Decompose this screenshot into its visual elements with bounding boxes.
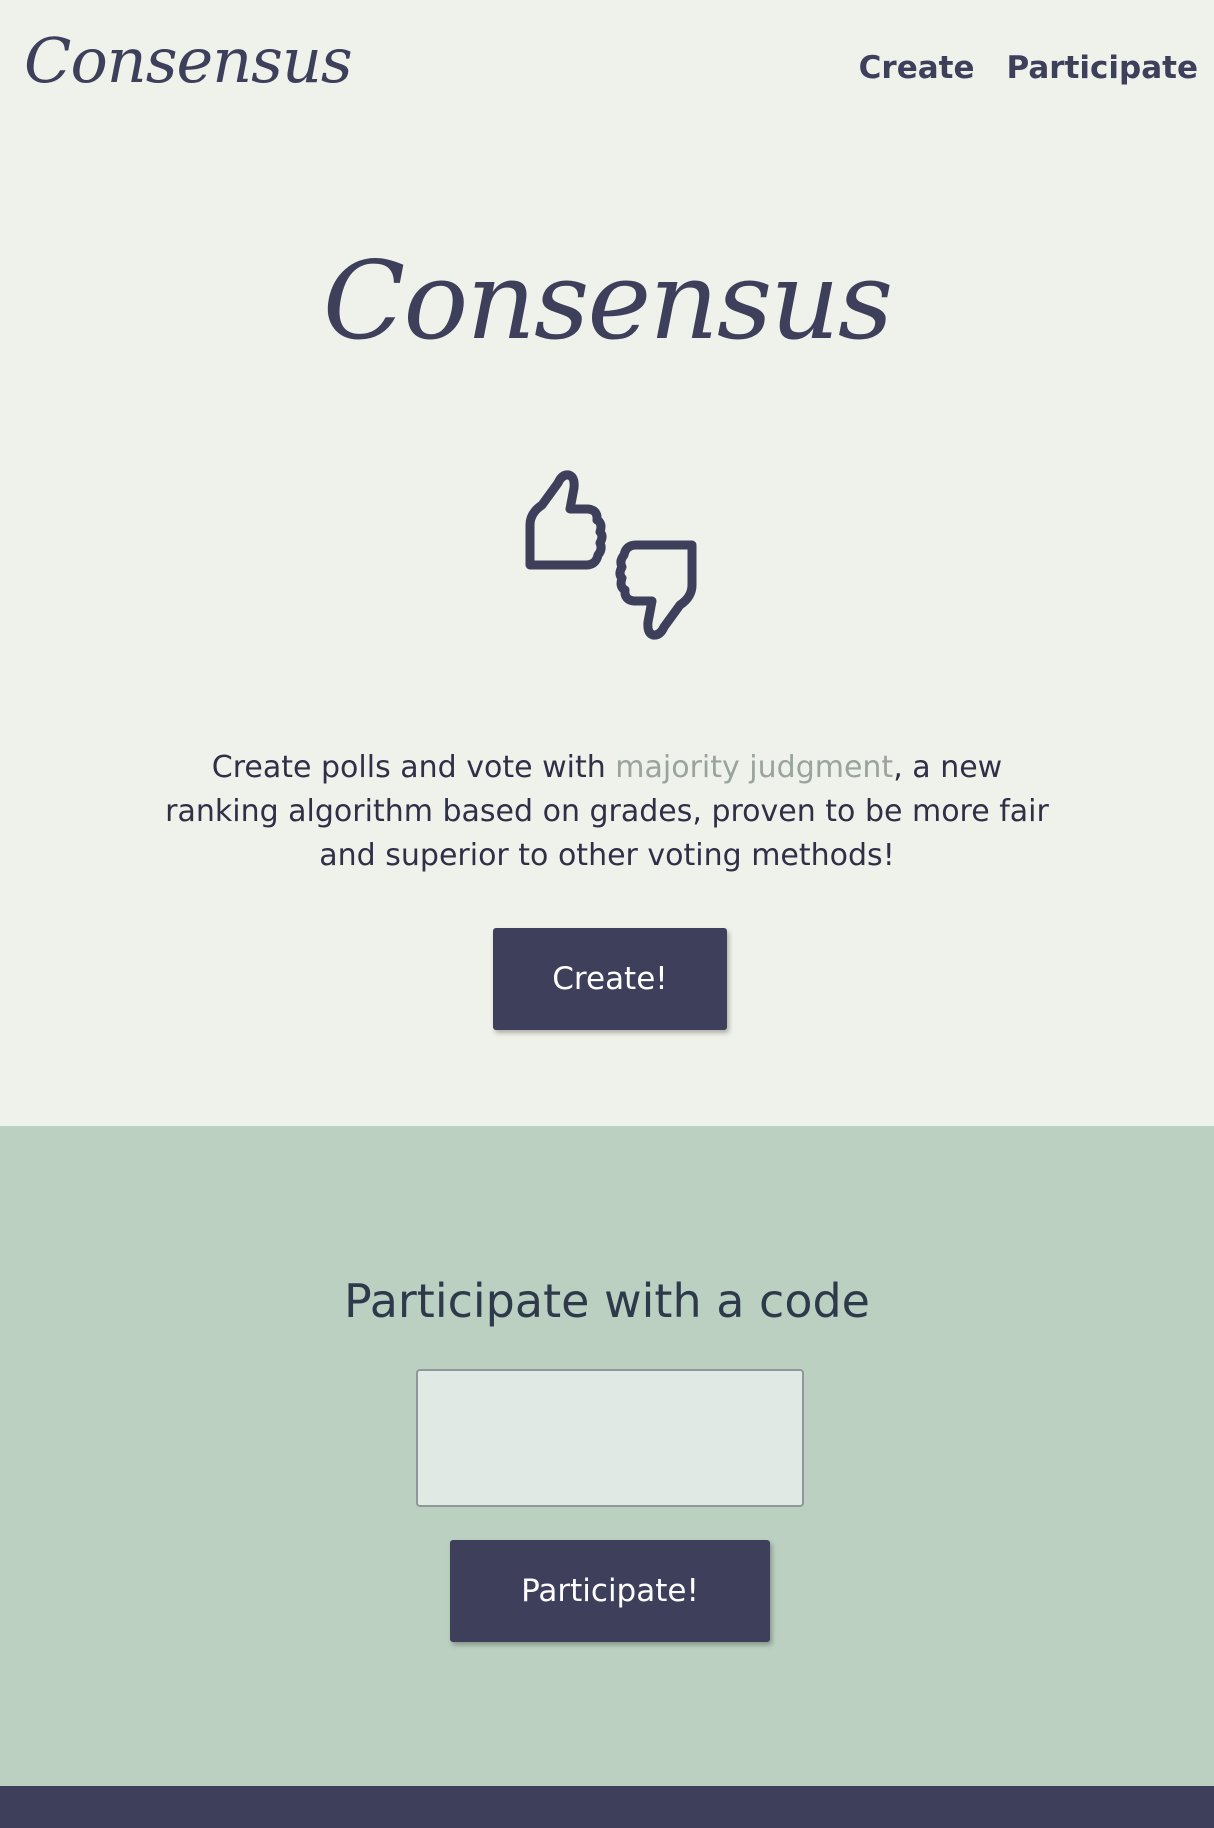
- description-text-start: Create polls and vote with: [211, 750, 616, 785]
- participate-title: Participate with a code: [344, 1274, 870, 1328]
- majority-judgment-link[interactable]: majority judgment: [615, 750, 893, 785]
- create-button[interactable]: Create!: [493, 928, 727, 1030]
- participate-button[interactable]: Participate!: [450, 1540, 770, 1642]
- thumbs-up-down-icon: [525, 470, 697, 640]
- main-nav: Create Participate: [859, 50, 1198, 86]
- hero-description: Create polls and vote with majority judg…: [157, 746, 1057, 878]
- thumbs-up-icon: [525, 470, 607, 570]
- hero-title: Consensus: [322, 239, 894, 364]
- participate-section: Participate with a code Participate!: [0, 1126, 1214, 1786]
- nav-create-link[interactable]: Create: [859, 50, 975, 86]
- thumbs-down-icon: [615, 540, 697, 640]
- site-header: Consensus Create Participate: [0, 0, 1214, 140]
- site-footer: [0, 1786, 1214, 1828]
- participation-code-input[interactable]: [416, 1369, 804, 1507]
- logo[interactable]: Consensus: [24, 30, 353, 92]
- nav-participate-link[interactable]: Participate: [1007, 50, 1199, 86]
